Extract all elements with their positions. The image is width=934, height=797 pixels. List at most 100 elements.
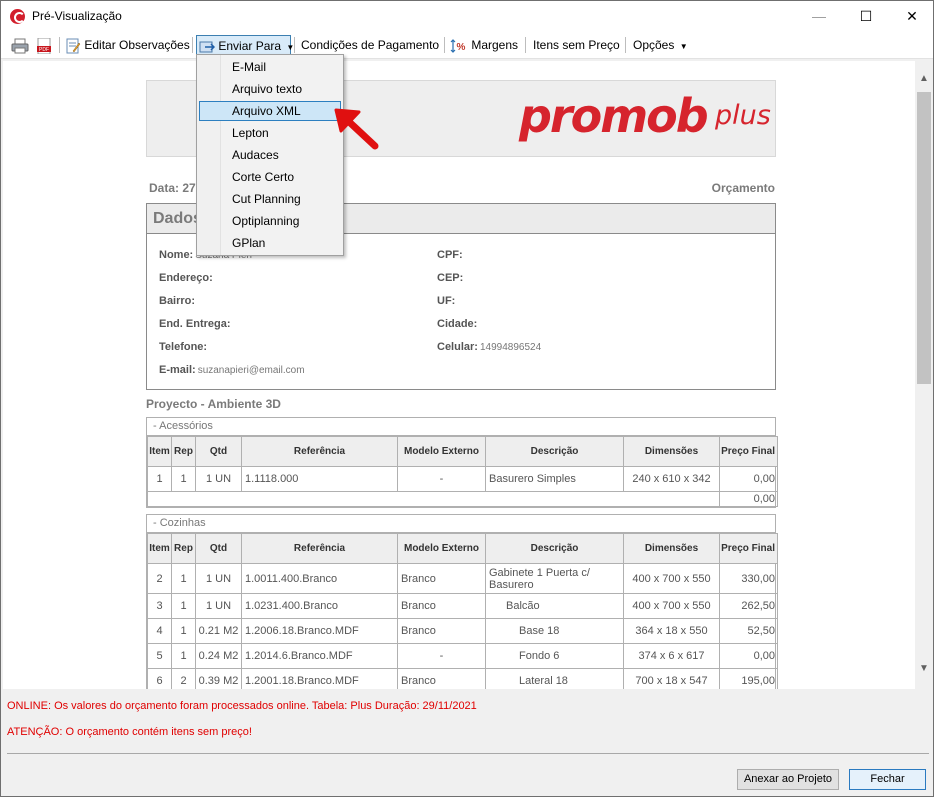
group-accessories: - Acessórios Item Rep Qtd Referência Mod… xyxy=(146,417,778,508)
group-total-row: 0,00 xyxy=(147,491,778,507)
cell-reference: 1.1118.000 xyxy=(241,466,398,492)
pdf-icon-label: PDF xyxy=(39,47,49,53)
cell-dimensions: 400 x 700 x 550 xyxy=(623,563,720,594)
vertical-scrollbar[interactable]: ▲ ▼ xyxy=(915,70,933,680)
cell-description: Gabinete 1 Puerta c/ Basurero xyxy=(485,563,624,594)
cell-reference: 1.0231.400.Branco xyxy=(241,593,398,619)
warning-message: ATENÇÃO: O orçamento contém itens sem pr… xyxy=(7,726,252,738)
printer-icon xyxy=(11,38,29,54)
margins-label: Margens xyxy=(471,38,519,52)
toolbar-separator xyxy=(192,37,193,53)
col-qtd: Qtd xyxy=(195,436,242,467)
col-external-model: Modelo Externo xyxy=(397,533,486,564)
promob-logo: promob xyxy=(519,89,709,143)
cell-model: Branco xyxy=(397,563,486,594)
send-to-menu: E-Mail Arquivo texto Arquivo XML Lepton … xyxy=(196,54,344,256)
cell-item: 4 xyxy=(147,618,172,644)
client-uf: UF: xyxy=(437,295,456,307)
col-description: Descrição xyxy=(485,533,624,564)
table-row: 2 1 1 UN 1.0011.400.Branco Branco Gabine… xyxy=(147,563,778,594)
menu-item-email[interactable]: E-Mail xyxy=(199,57,341,77)
col-reference: Referência xyxy=(241,533,398,564)
preview-window: Pré-Visualização — ☐ ✕ PDF Editar Observ… xyxy=(0,0,934,797)
cell-model: Branco xyxy=(397,668,486,689)
col-dimensions: Dimensões xyxy=(623,436,720,467)
edit-notes-label: Editar Observações xyxy=(84,38,190,52)
promob-logo-plus: plus xyxy=(715,100,771,131)
menu-item-gplan[interactable]: GPlan xyxy=(199,233,341,253)
cell-item: 2 xyxy=(147,563,172,594)
send-to-label: Enviar Para xyxy=(218,39,282,53)
cell-reference: 1.2006.18.Branco.MDF xyxy=(241,618,398,644)
footer-divider xyxy=(7,753,929,754)
pdf-button[interactable]: PDF xyxy=(36,35,52,55)
cell-description: Lateral 18 xyxy=(485,668,624,689)
client-mobile: Celular: 14994896524 xyxy=(437,341,542,353)
attach-to-project-button[interactable]: Anexar ao Projeto xyxy=(737,769,839,790)
payment-conditions-button[interactable]: Condições de Pagamento xyxy=(301,35,439,55)
margins-button[interactable]: % Margens xyxy=(450,35,518,55)
close-button[interactable]: Fechar xyxy=(849,769,926,790)
menu-item-text-file[interactable]: Arquivo texto xyxy=(199,79,341,99)
items-table: Item Rep Qtd Referência Modelo Externo D… xyxy=(147,436,778,507)
window-title: Pré-Visualização xyxy=(32,9,122,23)
cell-item: 6 xyxy=(147,668,172,689)
table-header-row: Item Rep Qtd Referência Modelo Externo D… xyxy=(147,436,778,467)
menu-item-optiplanning[interactable]: Optiplanning xyxy=(199,211,341,231)
send-icon xyxy=(199,41,215,53)
col-price: Preço Final xyxy=(719,436,778,467)
pdf-icon: PDF xyxy=(37,37,51,54)
cell-price: 262,50 xyxy=(719,593,778,619)
cell-price: 0,00 xyxy=(719,466,778,492)
document-preview[interactable]: promob plus Data: 27 Orçamento Dados Nom… xyxy=(3,61,915,689)
cell-reference: 1.2001.18.Branco.MDF xyxy=(241,668,398,689)
edit-notes-button[interactable]: Editar Observações xyxy=(65,35,190,55)
maximize-button[interactable]: ☐ xyxy=(843,1,889,31)
scroll-up-icon[interactable]: ▲ xyxy=(915,70,933,88)
close-window-button[interactable]: ✕ xyxy=(889,1,934,31)
table-row: 1 1 1 UN 1.1118.000 - Basurero Simples 2… xyxy=(147,466,778,492)
scroll-down-icon[interactable]: ▼ xyxy=(915,660,933,678)
cell-price: 195,00 xyxy=(719,668,778,689)
cell-dimensions: 400 x 700 x 550 xyxy=(623,593,720,619)
client-delivery-address: End. Entrega: xyxy=(159,318,231,330)
scrollbar-thumb[interactable] xyxy=(917,92,931,384)
document-type: Orçamento xyxy=(711,181,775,195)
cell-qtd: 1 UN xyxy=(195,563,242,594)
menu-item-lepton[interactable]: Lepton xyxy=(199,123,341,143)
cell-model: - xyxy=(397,466,486,492)
col-description: Descrição xyxy=(485,436,624,467)
client-district: Bairro: xyxy=(159,295,196,307)
cell-price: 0,00 xyxy=(719,643,778,669)
cell-reference: 1.0011.400.Branco xyxy=(241,563,398,594)
minimize-button[interactable]: — xyxy=(796,1,842,31)
cell-description: Fondo 6 xyxy=(485,643,624,669)
cell-dimensions: 700 x 18 x 547 xyxy=(623,668,720,689)
print-button[interactable] xyxy=(11,35,29,55)
client-cpf: CPF: xyxy=(437,249,463,261)
cell-model: - xyxy=(397,643,486,669)
options-dropdown[interactable]: Opções ▼ xyxy=(633,35,688,55)
col-price: Preço Final xyxy=(719,533,778,564)
menu-item-corte-certo[interactable]: Corte Certo xyxy=(199,167,341,187)
toolbar-separator xyxy=(625,37,626,53)
menu-item-cut-planning[interactable]: Cut Planning xyxy=(199,189,341,209)
toolbar-separator xyxy=(59,37,60,53)
send-to-dropdown[interactable]: Enviar Para ▼ xyxy=(196,35,294,55)
items-without-price-button[interactable]: Itens sem Preço xyxy=(533,35,620,55)
col-dimensions: Dimensões xyxy=(623,533,720,564)
menu-item-audaces[interactable]: Audaces xyxy=(199,145,341,165)
cell-rep: 2 xyxy=(171,668,196,689)
client-email: E-mail: suzanapieri@email.com xyxy=(159,364,305,376)
cell-description: Balcão xyxy=(485,593,624,619)
red-arrow-annotation xyxy=(334,108,379,150)
group-total: 0,00 xyxy=(719,491,778,507)
menu-item-xml-file[interactable]: Arquivo XML xyxy=(199,101,341,121)
client-phone: Telefone: xyxy=(159,341,208,353)
col-item: Item xyxy=(147,533,172,564)
date-label: Data: 27 xyxy=(149,181,196,195)
cell-rep: 1 xyxy=(171,593,196,619)
cell-qtd: 1 UN xyxy=(195,466,242,492)
cell-reference: 1.2014.6.Branco.MDF xyxy=(241,643,398,669)
col-reference: Referência xyxy=(241,436,398,467)
